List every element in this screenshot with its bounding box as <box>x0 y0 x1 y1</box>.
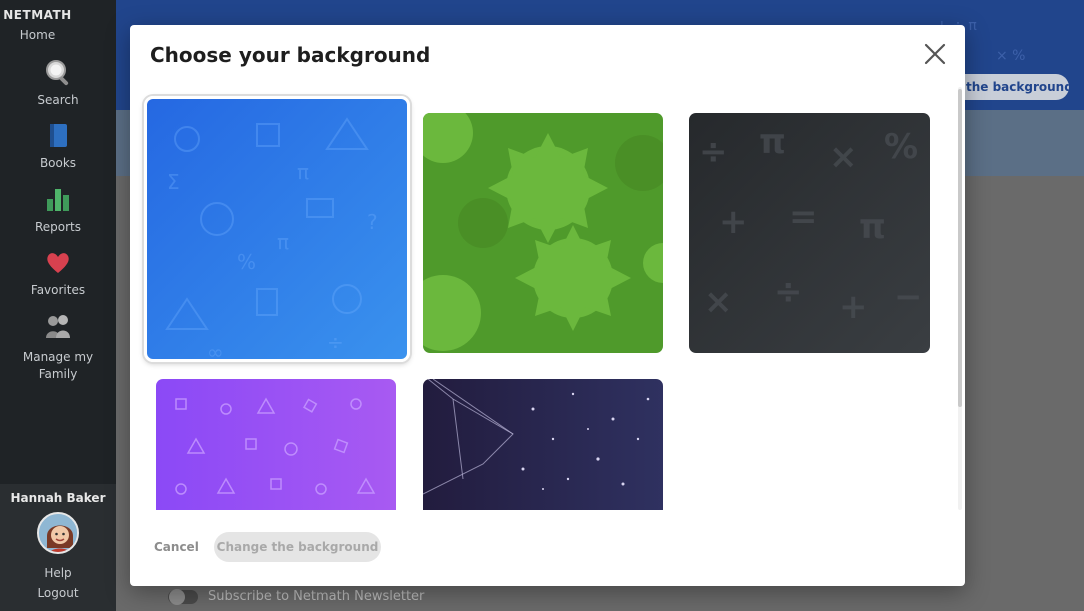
family-icon <box>46 315 70 338</box>
svg-text:Σ: Σ <box>167 170 180 194</box>
sidebar-item-home[interactable]: Home <box>0 28 75 42</box>
sidebar: NETMATH Home Search Books Reports Favori… <box>0 0 116 611</box>
change-background-button[interactable]: Change the background <box>214 532 381 562</box>
svg-text:÷: ÷ <box>699 132 728 172</box>
svg-text:× %: × % <box>996 48 1025 64</box>
user-name: Hannah Baker <box>10 491 106 505</box>
sidebar-item-label: Favorites <box>30 283 86 297</box>
help-link[interactable]: Help <box>0 566 116 580</box>
svg-text:π: π <box>759 122 786 162</box>
sidebar-item-label: Books <box>39 156 77 170</box>
dark-math-pattern: ÷ π × % + = π × ÷ + − <box>689 113 930 353</box>
modal-footer: Cancel Change the background <box>130 510 965 586</box>
search-icon <box>46 60 69 86</box>
svg-text:×: × <box>704 282 733 322</box>
netmath-logo[interactable]: NETMATH <box>0 8 75 22</box>
scroll-thumb[interactable] <box>958 89 962 407</box>
svg-text:+: + <box>719 202 748 242</box>
close-icon[interactable] <box>920 39 950 69</box>
svg-text:π: π <box>277 230 289 254</box>
svg-text:=: = <box>789 197 818 237</box>
newsletter-toggle-row[interactable]: Subscribe to Netmath Newsletter <box>168 588 425 605</box>
green-flowers-pattern <box>423 113 663 353</box>
sidebar-item-books[interactable]: Books <box>0 121 116 170</box>
svg-text:∞: ∞ <box>207 340 224 359</box>
svg-text:÷: ÷ <box>774 272 803 312</box>
background-option-space-stars[interactable] <box>423 379 663 510</box>
svg-text:?: ? <box>367 210 378 234</box>
background-grid: π Σ ? % ÷ ∞ π ÷ π × % + = π × ÷ + − <box>130 90 965 510</box>
background-option-dark-math[interactable]: ÷ π × % + = π × ÷ + − <box>689 113 930 353</box>
sidebar-item-label: Search <box>37 93 79 107</box>
svg-text:π: π <box>859 207 886 247</box>
heart-icon <box>47 253 69 273</box>
sidebar-item-favorites[interactable]: Favorites <box>0 248 116 297</box>
blue-math-pattern: π Σ ? % ÷ ∞ π <box>147 99 407 359</box>
sidebar-item-label: Manage my Family <box>22 350 94 381</box>
cancel-button[interactable]: Cancel <box>154 532 199 562</box>
modal-title: Choose your background <box>150 43 431 67</box>
svg-text:÷: ÷ <box>327 330 344 354</box>
book-icon <box>50 124 67 147</box>
svg-text:×: × <box>829 137 858 177</box>
svg-text:π: π <box>297 160 309 184</box>
avatar[interactable] <box>37 512 79 554</box>
svg-text:−: − <box>894 277 923 317</box>
sidebar-item-search[interactable]: Search <box>0 58 116 107</box>
sidebar-nav: NETMATH Home Search Books Reports Favori… <box>0 0 116 484</box>
bar-chart-icon <box>47 189 69 211</box>
newsletter-label: Subscribe to Netmath Newsletter <box>208 589 425 604</box>
modal-scrollbar[interactable] <box>955 87 965 510</box>
background-chooser-modal: Choose your background π Σ ? % ÷ ∞ π ÷ π… <box>130 25 965 586</box>
background-option-blue-math[interactable]: π Σ ? % ÷ ∞ π <box>144 96 410 362</box>
sidebar-item-manage-family[interactable]: Manage my Family <box>0 312 116 383</box>
background-option-purple-shapes[interactable] <box>156 379 396 510</box>
background-option-green-flowers[interactable] <box>423 113 663 353</box>
svg-text:%: % <box>237 250 256 274</box>
purple-shapes-pattern <box>156 379 396 510</box>
space-stars-pattern <box>423 379 663 510</box>
newsletter-toggle[interactable] <box>168 588 198 605</box>
sidebar-item-reports[interactable]: Reports <box>0 185 116 234</box>
svg-text:%: % <box>884 127 918 167</box>
sidebar-item-label: Reports <box>34 220 82 234</box>
logout-link[interactable]: Logout <box>0 586 116 600</box>
svg-text:+: + <box>839 287 868 327</box>
